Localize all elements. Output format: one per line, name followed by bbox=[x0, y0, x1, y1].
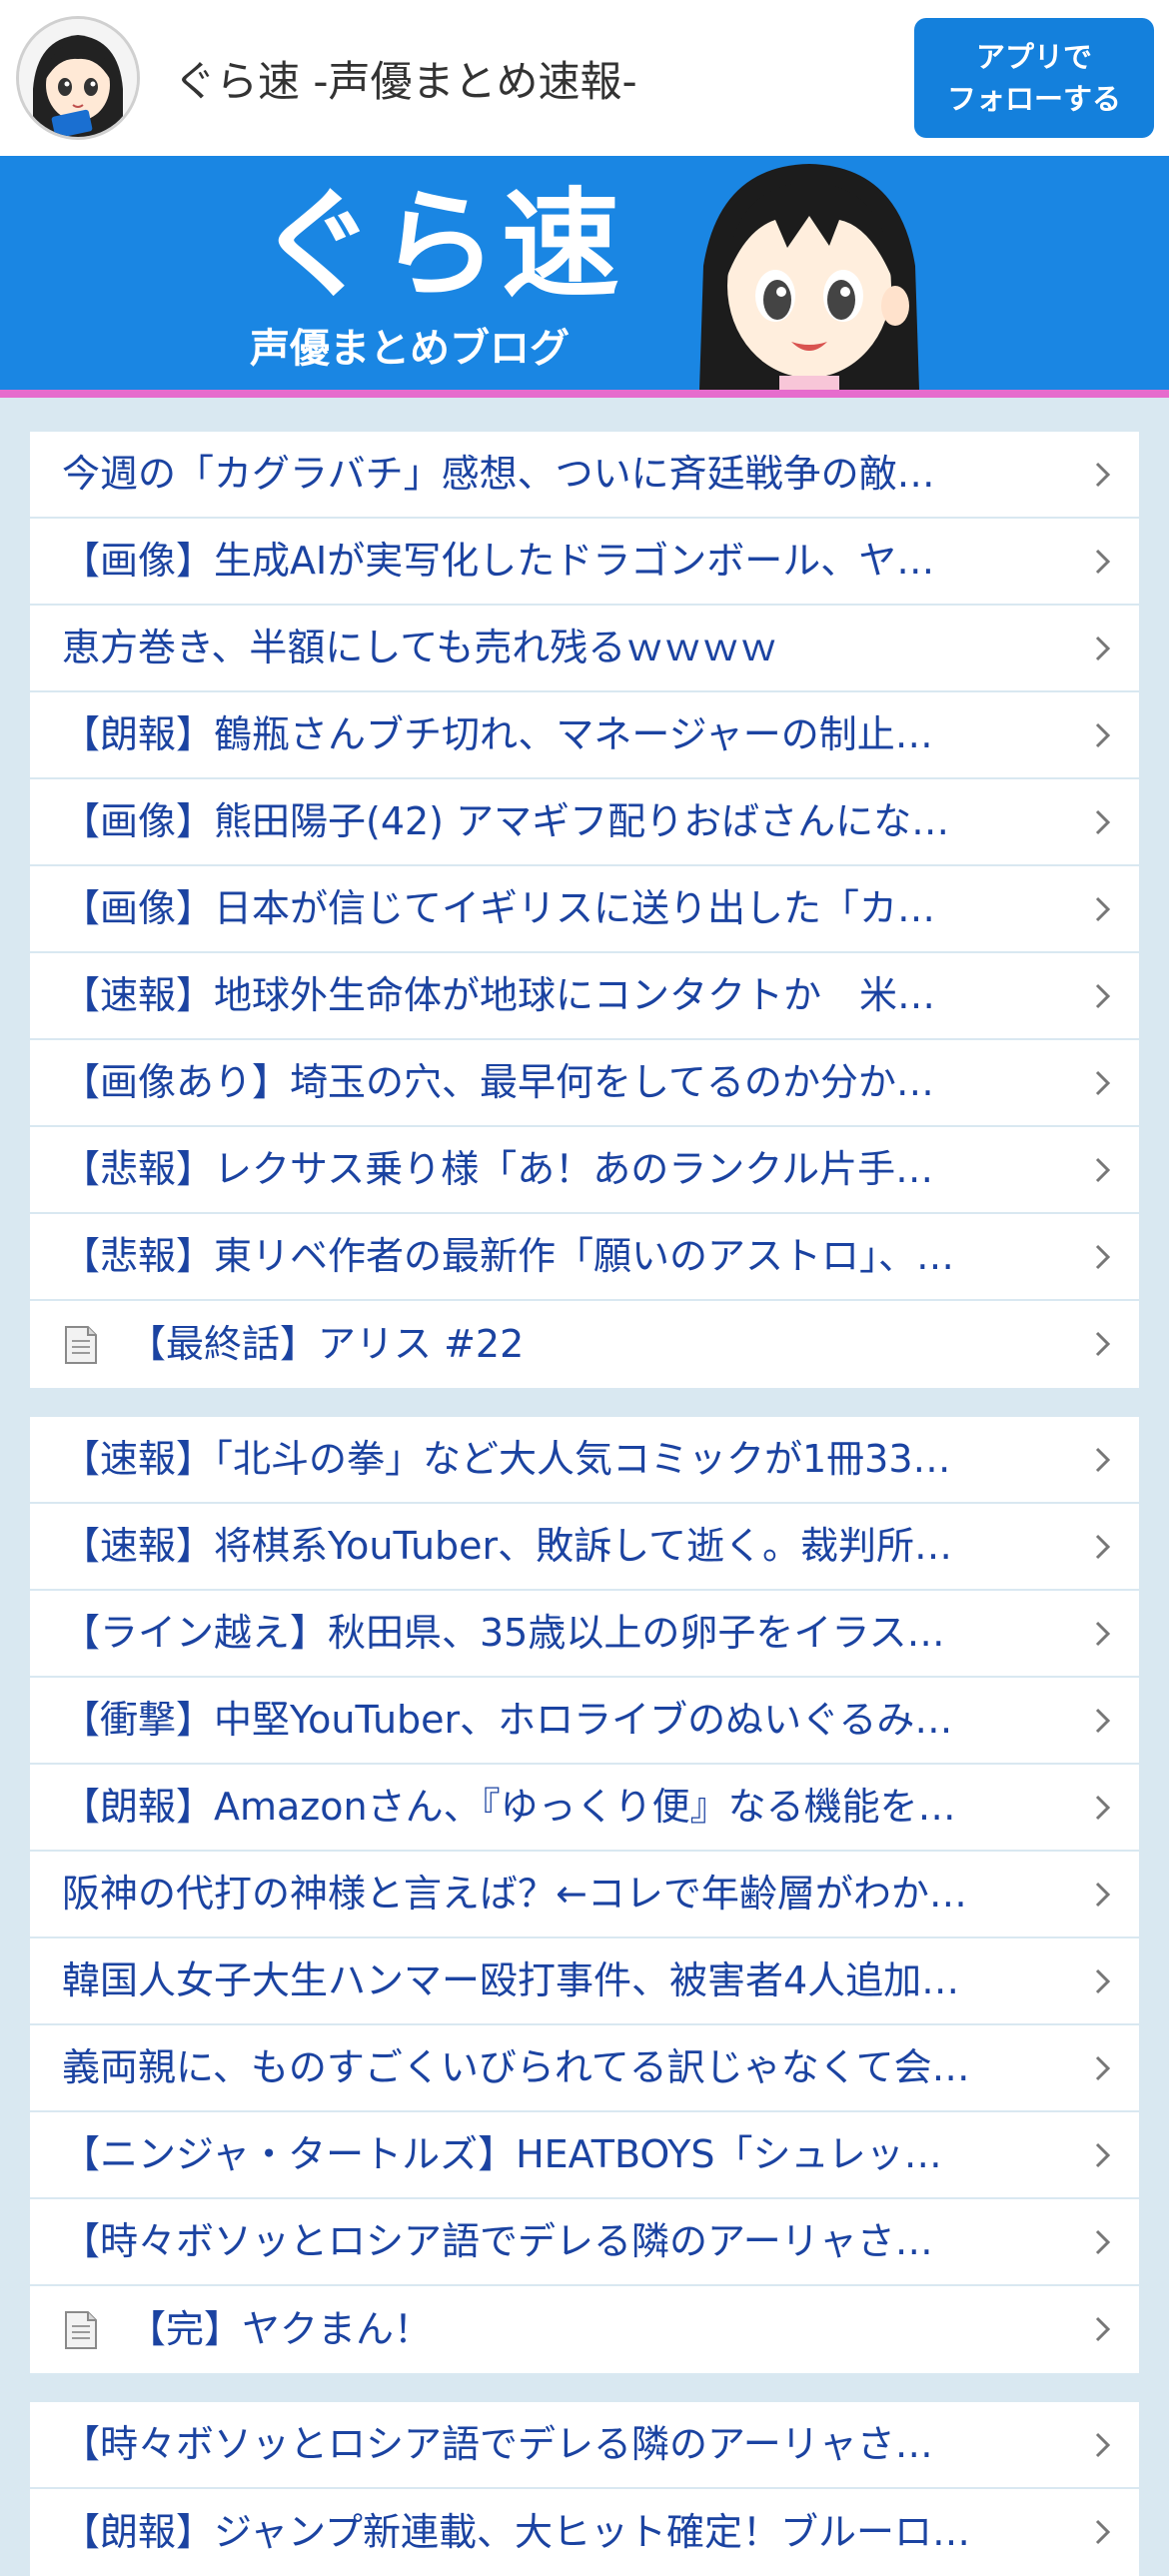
list-item-title: 【速報】将棋系YouTuber、敗訴して逝く。裁判所… bbox=[62, 1524, 953, 1568]
list-item[interactable]: 【速報】地球外生命体が地球にコンタクトか 米… bbox=[30, 953, 1139, 1040]
list-item-title: 【時々ボソッとロシア語でデレる隣のアーリャさ… bbox=[62, 2219, 933, 2263]
chevron-right-icon bbox=[1095, 2229, 1111, 2255]
site-avatar[interactable] bbox=[16, 16, 140, 140]
list-item-title: 【完】ヤクまん！ bbox=[128, 2307, 433, 2351]
chevron-right-icon bbox=[1095, 2519, 1111, 2545]
list-item[interactable]: 【朗報】ジャンプ新連載、大ヒット確定！ブルーロ… bbox=[30, 2489, 1139, 2576]
mascot-illustration-icon bbox=[699, 164, 919, 390]
list-item-title: 【時々ボソッとロシア語でデレる隣のアーリャさ… bbox=[62, 2422, 933, 2466]
list-item[interactable]: 【朗報】鶴瓶さんブチ切れ、マネージャーの制止… bbox=[30, 692, 1139, 779]
chevron-right-icon bbox=[1095, 636, 1111, 661]
list-item[interactable]: 【画像】日本が信じてイギリスに送り出した「カ… bbox=[30, 866, 1139, 953]
chevron-right-icon bbox=[1095, 809, 1111, 835]
list-item-title: 【速報】地球外生命体が地球にコンタクトか 米… bbox=[62, 973, 936, 1017]
list-item[interactable]: 【ニンジャ・タートルズ】HEATBOYS「シュレッ… bbox=[30, 2112, 1139, 2199]
list-item[interactable]: 【画像あり】埼玉の穴、最早何をしてるのか分か… bbox=[30, 1040, 1139, 1127]
list-item[interactable]: 【速報】「北斗の拳」など大人気コミックが1冊33… bbox=[30, 1417, 1139, 1504]
list-item[interactable]: 【時々ボソッとロシア語でデレる隣のアーリャさ… bbox=[30, 2199, 1139, 2286]
banner-subtitle: 声優まとめブログ bbox=[250, 326, 570, 372]
list-item-title: 【衝撃】中堅YouTuber、ホロライブのぬいぐるみ… bbox=[62, 1698, 953, 1742]
chevron-right-icon bbox=[1095, 1157, 1111, 1183]
chevron-right-icon bbox=[1095, 1621, 1111, 1647]
list-item-title: 【速報】「北斗の拳」など大人気コミックが1冊33… bbox=[62, 1437, 951, 1481]
list-item[interactable]: 義両親に、ものすごくいびられてる訳じゃなくて会… bbox=[30, 2025, 1139, 2112]
chevron-right-icon bbox=[1095, 722, 1111, 748]
chevron-right-icon bbox=[1095, 1795, 1111, 1821]
list-item-title: 【朗報】ジャンプ新連載、大ヒット確定！ブルーロ… bbox=[62, 2510, 970, 2554]
list-item[interactable]: 【最終話】アリス #22 bbox=[30, 1301, 1139, 1388]
list-item-title: 【朗報】鶴瓶さんブチ切れ、マネージャーの制止… bbox=[62, 712, 933, 756]
list-item[interactable]: 今週の「カグラバチ」感想、ついに斉廷戦争の敵… bbox=[30, 432, 1139, 519]
list-item-title: 恵方巻き、半額にしても売れ残るｗｗｗｗ bbox=[62, 626, 778, 669]
list-item-title: 阪神の代打の神様と言えば？←コレで年齢層がわか… bbox=[62, 1872, 967, 1916]
list-item[interactable]: 【速報】将棋系YouTuber、敗訴して逝く。裁判所… bbox=[30, 1504, 1139, 1591]
list-item[interactable]: 【ライン越え】秋田県、35歳以上の卵子をイラス… bbox=[30, 1591, 1139, 1678]
chevron-right-icon bbox=[1095, 1070, 1111, 1096]
mascot-avatar-icon bbox=[19, 19, 137, 137]
list-item[interactable]: 【悲報】レクサス乗り様「あ！あのランクル片手… bbox=[30, 1127, 1139, 1214]
chevron-right-icon bbox=[1095, 1968, 1111, 1994]
follow-button-line2: フォローする bbox=[946, 82, 1121, 116]
site-title[interactable]: ぐら速 -声優まとめ速報- bbox=[174, 48, 637, 109]
site-banner[interactable]: ぐら速 声優まとめブログ bbox=[0, 156, 1169, 390]
list-item-title: 韓国人女子大生ハンマー殴打事件、被害者4人追加… bbox=[62, 1958, 960, 2002]
chevron-right-icon bbox=[1095, 896, 1111, 922]
list-item-title: 【ニンジャ・タートルズ】HEATBOYS「シュレッ… bbox=[62, 2132, 942, 2176]
chevron-right-icon bbox=[1095, 1708, 1111, 1734]
list-item-title: 【悲報】レクサス乗り様「あ！あのランクル片手… bbox=[62, 1147, 934, 1191]
list-item-title: 【画像】生成AIが実写化したドラゴンボール、ヤ… bbox=[62, 539, 935, 583]
banner-accent-stripe bbox=[0, 390, 1169, 398]
follow-in-app-button[interactable]: アプリで フォローする bbox=[914, 18, 1154, 138]
chevron-right-icon bbox=[1095, 462, 1111, 488]
document-icon bbox=[65, 1326, 97, 1364]
chevron-right-icon bbox=[1095, 2142, 1111, 2168]
chevron-right-icon bbox=[1095, 549, 1111, 575]
list-item[interactable]: 【画像】生成AIが実写化したドラゴンボール、ヤ… bbox=[30, 519, 1139, 606]
banner-logo: ぐら速 bbox=[258, 176, 624, 314]
list-item-title: 義両親に、ものすごくいびられてる訳じゃなくて会… bbox=[62, 2045, 970, 2089]
list-item-title: 【朗報】Amazonさん、『ゆっくり便』なる機能を… bbox=[62, 1785, 956, 1829]
document-icon bbox=[65, 2311, 97, 2349]
list-item[interactable]: 阪神の代打の神様と言えば？←コレで年齢層がわか… bbox=[30, 1852, 1139, 1938]
list-item-title: 【ライン越え】秋田県、35歳以上の卵子をイラス… bbox=[62, 1611, 945, 1655]
list-item[interactable]: 韓国人女子大生ハンマー殴打事件、被害者4人追加… bbox=[30, 1938, 1139, 2025]
app-header: ぐら速 -声優まとめ速報- アプリで フォローする bbox=[0, 0, 1169, 156]
list-item[interactable]: 【画像】熊田陽子(42) アマギフ配りおばさんにな… bbox=[30, 779, 1139, 866]
article-list-1: 今週の「カグラバチ」感想、ついに斉廷戦争の敵… 【画像】生成AIが実写化したドラ… bbox=[30, 432, 1139, 1388]
chevron-right-icon bbox=[1095, 2432, 1111, 2458]
list-item[interactable]: 【衝撃】中堅YouTuber、ホロライブのぬいぐるみ… bbox=[30, 1678, 1139, 1765]
list-item-title: 【画像あり】埼玉の穴、最早何をしてるのか分か… bbox=[62, 1060, 934, 1104]
list-item[interactable]: 【朗報】Amazonさん、『ゆっくり便』なる機能を… bbox=[30, 1765, 1139, 1852]
list-item[interactable]: 恵方巻き、半額にしても売れ残るｗｗｗｗ bbox=[30, 606, 1139, 692]
list-item-title: 【最終話】アリス #22 bbox=[128, 1322, 525, 1366]
article-list-3: 【時々ボソッとロシア語でデレる隣のアーリャさ… 【朗報】ジャンプ新連載、大ヒット… bbox=[30, 2402, 1139, 2576]
list-item-title: 【画像】日本が信じてイギリスに送り出した「カ… bbox=[62, 886, 936, 930]
list-item-title: 今週の「カグラバチ」感想、ついに斉廷戦争の敵… bbox=[62, 452, 935, 496]
list-item-title: 【悲報】東リベ作者の最新作「願いのアストロ」、… bbox=[62, 1234, 955, 1278]
list-item[interactable]: 【完】ヤクまん！ bbox=[30, 2286, 1139, 2373]
article-list-2: 【速報】「北斗の拳」など大人気コミックが1冊33… 【速報】将棋系YouTube… bbox=[30, 1417, 1139, 2373]
chevron-right-icon bbox=[1095, 1882, 1111, 1908]
chevron-right-icon bbox=[1095, 2316, 1111, 2342]
chevron-right-icon bbox=[1095, 1447, 1111, 1473]
chevron-right-icon bbox=[1095, 1244, 1111, 1270]
chevron-right-icon bbox=[1095, 1331, 1111, 1357]
chevron-right-icon bbox=[1095, 983, 1111, 1009]
chevron-right-icon bbox=[1095, 1534, 1111, 1560]
list-item-title: 【画像】熊田陽子(42) アマギフ配りおばさんにな… bbox=[62, 799, 950, 843]
list-item[interactable]: 【悲報】東リベ作者の最新作「願いのアストロ」、… bbox=[30, 1214, 1139, 1301]
list-item[interactable]: 【時々ボソッとロシア語でデレる隣のアーリャさ… bbox=[30, 2402, 1139, 2489]
chevron-right-icon bbox=[1095, 2055, 1111, 2081]
follow-button-line1: アプリで bbox=[975, 40, 1092, 74]
